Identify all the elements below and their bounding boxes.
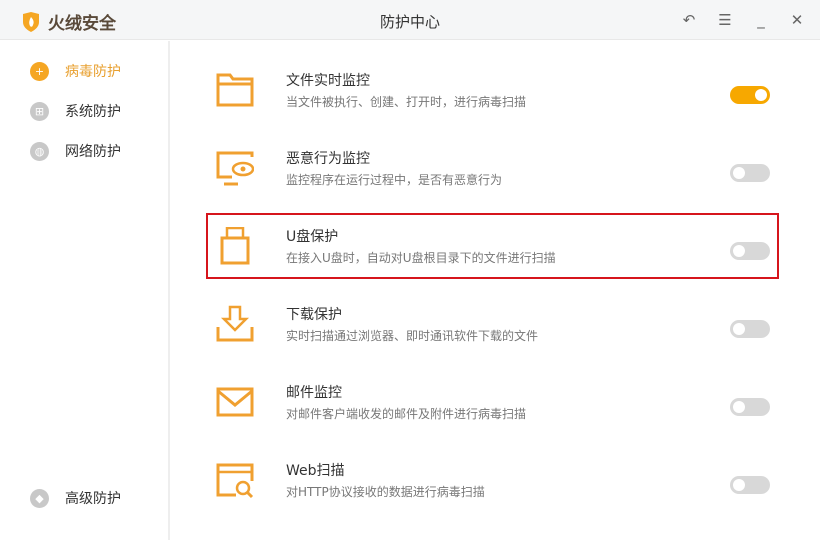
title-bar: 火绒安全 防护中心 ↶ ☰ _ ✕ <box>0 0 820 40</box>
toggle-switch[interactable] <box>730 164 770 182</box>
sidebar-item-network-protection[interactable]: ◍ 网络防护 <box>30 141 121 161</box>
sidebar-item-label: 系统防护 <box>65 104 121 120</box>
sidebar-item-label: 网络防护 <box>65 144 121 160</box>
menu-button[interactable]: ☰ <box>716 10 734 30</box>
protection-item-download: 下载保护 实时扫描通过浏览器、即时通讯软件下载的文件 <box>206 299 778 365</box>
download-icon <box>216 305 254 342</box>
item-title: 恶意行为监控 <box>286 151 370 167</box>
sidebar-item-system-protection[interactable]: ⊞ 系统防护 <box>30 101 121 121</box>
protection-item-behavior-monitor: 恶意行为监控 监控程序在运行过程中，是否有恶意行为 <box>206 143 778 209</box>
item-description: 监控程序在运行过程中，是否有恶意行为 <box>286 173 503 187</box>
toggle-switch[interactable] <box>730 320 770 338</box>
sidebar: + 病毒防护 ⊞ 系统防护 ◍ 网络防护 ◆ 高级防护 <box>0 41 170 540</box>
item-title: 下载保护 <box>286 307 342 323</box>
toggle-switch[interactable] <box>730 476 770 494</box>
sidebar-item-virus-protection[interactable]: + 病毒防护 <box>30 61 121 81</box>
item-title: 邮件监控 <box>286 385 342 401</box>
globe-icon: ◍ <box>30 141 49 161</box>
monitor-eye-icon <box>216 151 254 186</box>
protection-item-file-monitor: 文件实时监控 当文件被执行、创建、打开时，进行病毒扫描 <box>206 65 778 131</box>
web-scan-icon <box>216 463 254 499</box>
plus-circle-icon: + <box>30 61 49 81</box>
sidebar-item-advanced-protection[interactable]: ◆ 高级防护 <box>30 488 121 508</box>
sidebar-item-label: 高级防护 <box>65 491 121 507</box>
item-title: 文件实时监控 <box>286 73 370 89</box>
toggle-switch[interactable] <box>730 398 770 416</box>
sidebar-item-label: 病毒防护 <box>65 64 121 80</box>
item-description: 对HTTP协议接收的数据进行病毒扫描 <box>286 485 485 499</box>
diamond-icon: ◆ <box>30 488 49 508</box>
item-description: 当文件被执行、创建、打开时，进行病毒扫描 <box>286 95 527 109</box>
mail-icon <box>216 387 254 417</box>
windows-icon: ⊞ <box>30 101 49 121</box>
toggle-switch[interactable] <box>730 86 770 104</box>
protection-item-web-scan: Web扫描 对HTTP协议接收的数据进行病毒扫描 <box>206 455 778 521</box>
protection-item-mail: 邮件监控 对邮件客户端收发的邮件及附件进行病毒扫描 <box>206 377 778 443</box>
back-button[interactable]: ↶ <box>680 10 698 30</box>
item-title: Web扫描 <box>286 463 345 479</box>
item-description: 实时扫描通过浏览器、即时通讯软件下载的文件 <box>286 329 539 343</box>
minimize-button[interactable]: _ <box>752 10 770 30</box>
item-description: 对邮件客户端收发的邮件及附件进行病毒扫描 <box>286 407 527 421</box>
folder-icon <box>216 73 254 107</box>
highlight-box <box>206 213 779 279</box>
close-button[interactable]: ✕ <box>788 10 806 30</box>
